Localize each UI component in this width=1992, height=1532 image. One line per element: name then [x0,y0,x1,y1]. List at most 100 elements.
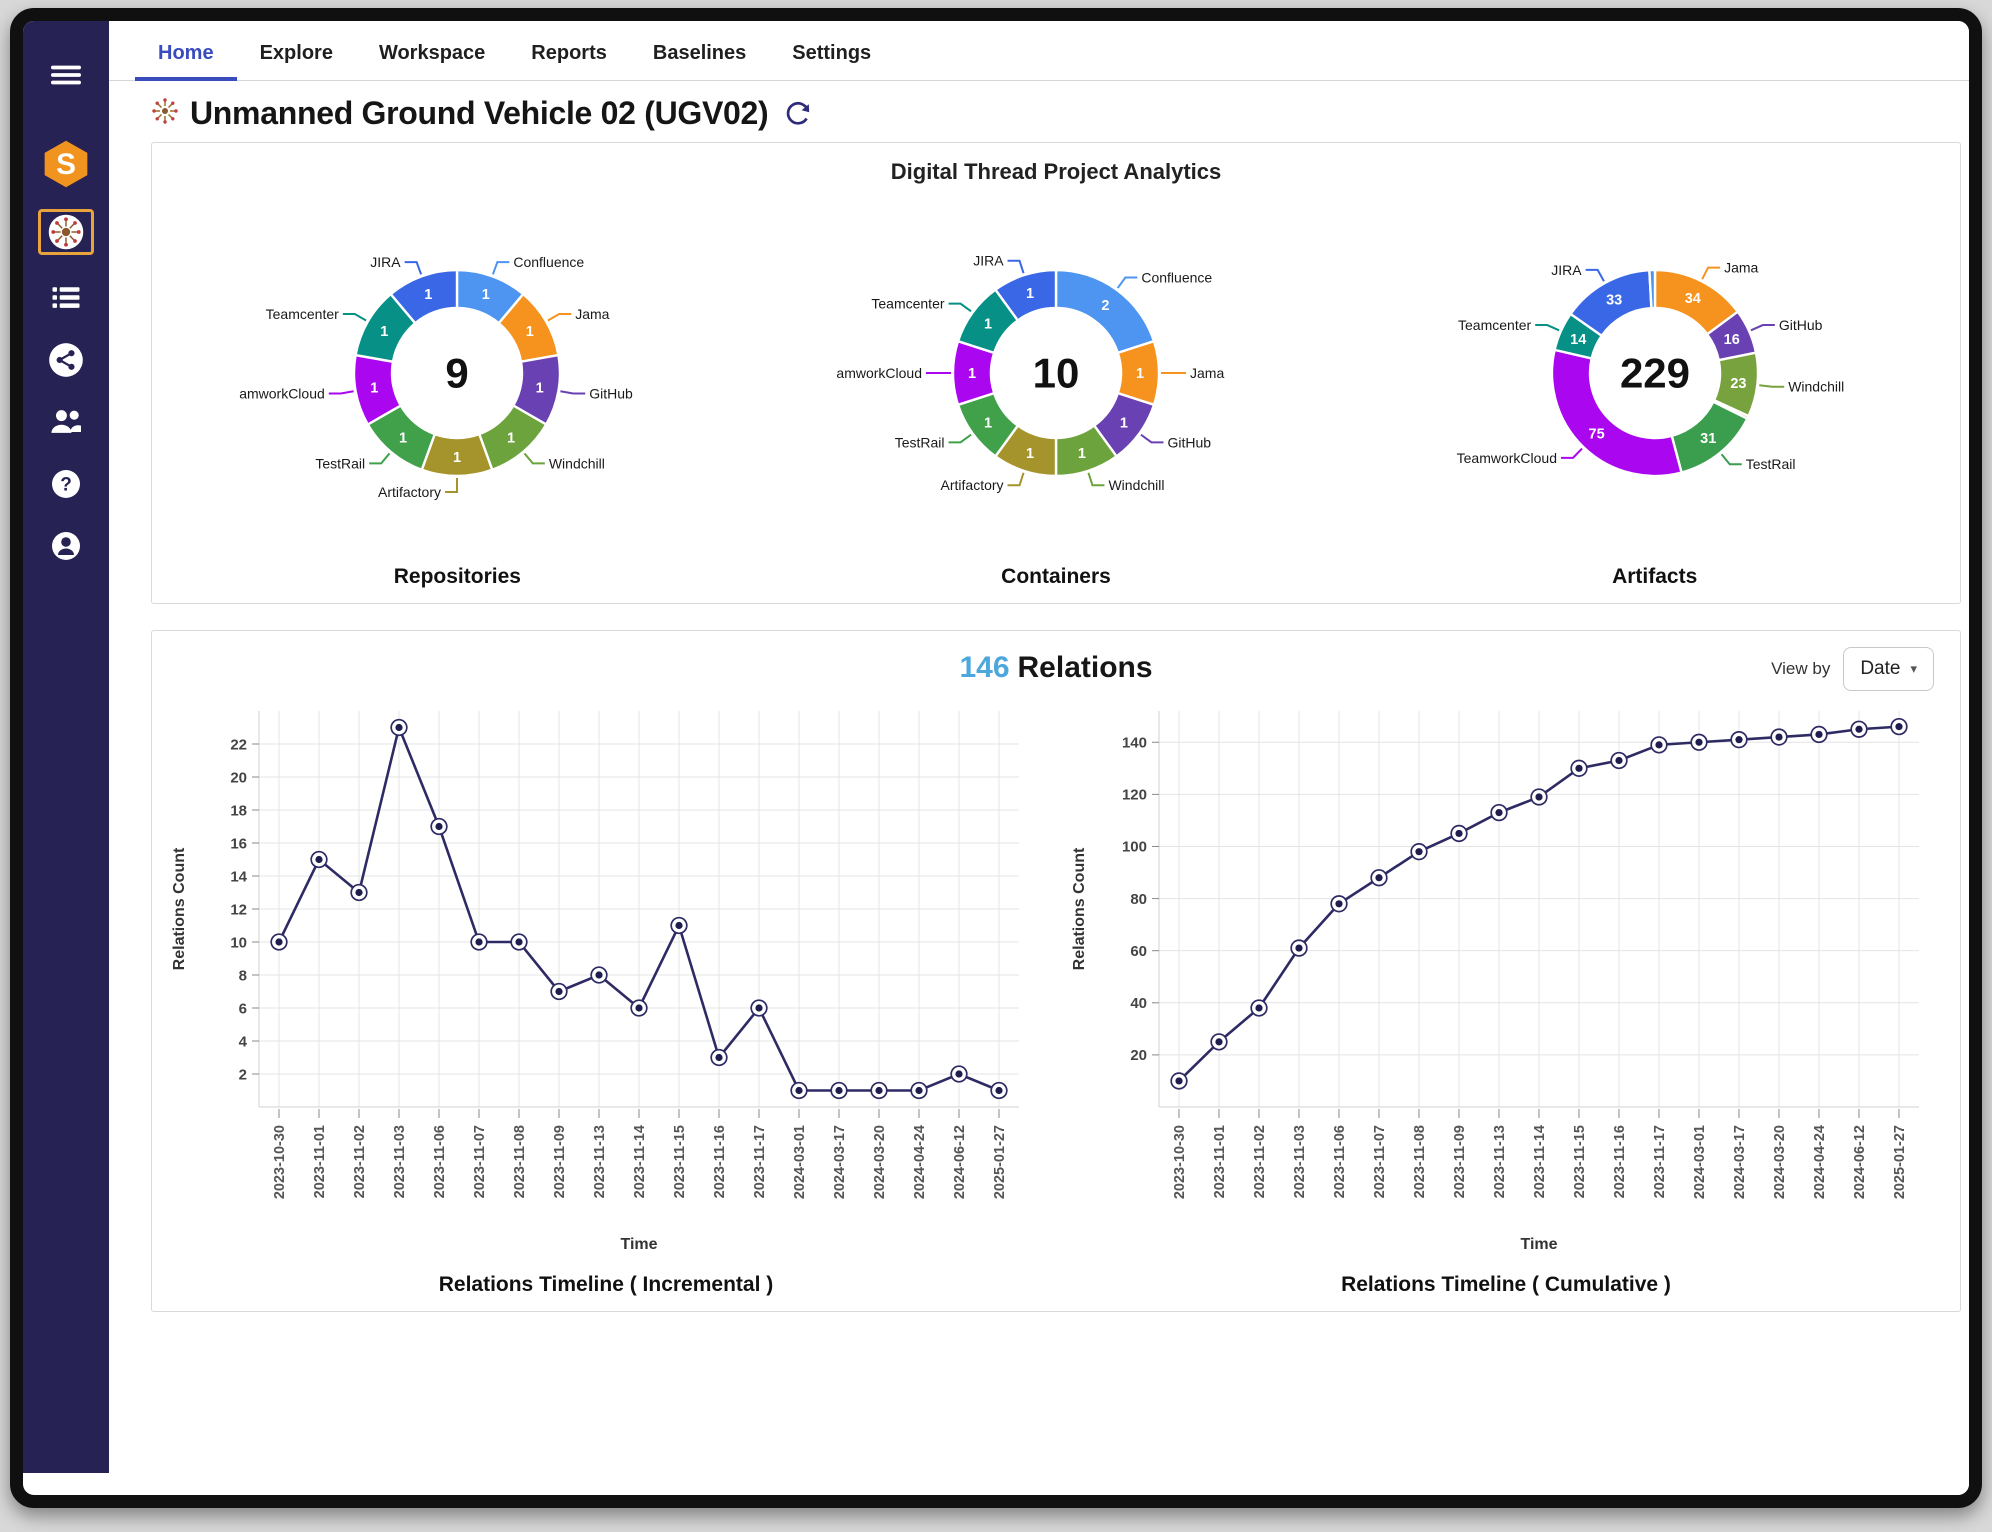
svg-text:10: 10 [230,934,247,951]
tab-workspace[interactable]: Workspace [356,26,508,81]
svg-text:2: 2 [238,1066,246,1083]
svg-text:JIRA: JIRA [371,254,402,270]
svg-text:Artifactory: Artifactory [941,477,1004,493]
svg-text:8: 8 [238,967,246,984]
svg-text:2023-11-14: 2023-11-14 [632,1125,648,1198]
svg-text:2023-11-06: 2023-11-06 [432,1125,448,1198]
project-wheel-icon[interactable] [38,209,94,255]
app-logo-s-icon[interactable]: S [38,141,94,187]
svg-text:Teamcenter: Teamcenter [871,296,944,312]
svg-text:20: 20 [1130,1047,1147,1064]
svg-text:75: 75 [1588,426,1604,442]
svg-text:120: 120 [1121,787,1146,804]
svg-text:1: 1 [1026,286,1034,302]
tab-bar: HomeExploreWorkspaceReportsBaselinesSett… [109,21,1969,81]
svg-text:1: 1 [507,430,515,446]
title-row: Unmanned Ground Vehicle 02 (UGV02) [109,81,1969,142]
svg-text:Windchill: Windchill [1788,379,1844,395]
svg-text:100: 100 [1121,839,1146,856]
donut-charts-row: 1Confluence1Jama1GitHub1Windchill1Artifa… [152,187,1960,603]
svg-text:229: 229 [1620,350,1690,397]
svg-text:2023-11-03: 2023-11-03 [392,1125,408,1198]
svg-text:2023-11-02: 2023-11-02 [352,1125,368,1198]
svg-text:16: 16 [230,835,247,852]
line-chart-incremental: 2468101214161820222023-10-302023-11-0120… [156,687,1056,1297]
svg-text:31: 31 [1700,431,1716,447]
svg-text:Relations Count: Relations Count [1071,847,1088,970]
svg-text:1: 1 [453,450,461,466]
svg-text:14: 14 [1570,332,1586,348]
svg-text:2023-11-09: 2023-11-09 [552,1125,568,1198]
svg-text:2023-11-08: 2023-11-08 [512,1125,528,1198]
svg-text:2023-10-30: 2023-10-30 [1172,1125,1188,1199]
svg-text:33: 33 [1606,293,1622,309]
svg-text:34: 34 [1684,291,1700,307]
svg-text:2023-10-30: 2023-10-30 [272,1125,288,1199]
view-by-dropdown[interactable]: Date ▾ [1843,647,1934,691]
donut-caption: Artifacts [1612,565,1697,589]
svg-text:2024-03-17: 2024-03-17 [1732,1125,1748,1199]
donut-chart-containers: 2Confluence1Jama1GitHub1Windchill1Artifa… [757,191,1356,589]
list-icon[interactable] [38,275,94,321]
refresh-icon[interactable] [783,99,813,129]
svg-text:GitHub: GitHub [1167,434,1211,450]
svg-text:amworkCloud: amworkCloud [836,365,922,381]
svg-text:1: 1 [1120,415,1128,431]
svg-text:60: 60 [1130,943,1147,960]
help-icon[interactable]: ? [38,461,94,507]
svg-text:40: 40 [1130,995,1147,1012]
donut-caption: Repositories [394,565,521,589]
svg-text:2023-11-17: 2023-11-17 [1652,1125,1668,1198]
svg-text:TestRail: TestRail [316,455,366,471]
svg-text:14: 14 [230,868,247,885]
tab-reports[interactable]: Reports [508,26,630,81]
tab-explore[interactable]: Explore [237,26,356,81]
svg-text:Jama: Jama [576,306,610,322]
svg-text:1: 1 [425,287,433,303]
svg-text:2023-11-08: 2023-11-08 [1412,1125,1428,1198]
svg-text:2024-04-24: 2024-04-24 [1812,1125,1828,1199]
svg-text:16: 16 [1723,332,1739,348]
svg-text:Time: Time [620,1236,657,1253]
chart-caption: Relations Timeline ( Cumulative ) [1341,1273,1671,1297]
svg-text:1: 1 [371,381,379,397]
share-network-icon[interactable] [38,337,94,383]
analytics-panel: Digital Thread Project Analytics 1Conflu… [151,142,1961,604]
svg-text:1: 1 [482,287,490,303]
svg-text:1: 1 [1078,446,1086,462]
svg-text:Time: Time [1520,1236,1557,1253]
svg-text:Teamcenter: Teamcenter [266,306,339,322]
view-by-label: View by [1771,659,1830,679]
menu-icon[interactable] [38,51,94,97]
svg-text:2023-11-01: 2023-11-01 [1212,1125,1228,1198]
svg-text:2024-04-24: 2024-04-24 [912,1125,928,1199]
svg-text:18: 18 [230,802,247,819]
tab-settings[interactable]: Settings [769,26,894,81]
account-icon[interactable] [38,523,94,569]
svg-text:6: 6 [238,1000,246,1017]
svg-text:GitHub: GitHub [1778,317,1822,333]
analytics-heading: Digital Thread Project Analytics [152,143,1960,187]
svg-text:2023-11-03: 2023-11-03 [1292,1125,1308,1198]
svg-text:2023-11-02: 2023-11-02 [1252,1125,1268,1198]
svg-text:2023-11-16: 2023-11-16 [712,1125,728,1198]
svg-text:TestRail: TestRail [1745,456,1795,472]
svg-text:2024-03-20: 2024-03-20 [1772,1125,1788,1199]
tab-baselines[interactable]: Baselines [630,26,769,81]
svg-text:2025-01-27: 2025-01-27 [992,1125,1008,1199]
svg-text:4: 4 [238,1033,247,1050]
app-window: S ? HomeExploreWorkspaceReportsBaselines… [10,8,1982,1508]
svg-text:2023-11-06: 2023-11-06 [1332,1125,1348,1198]
svg-text:1: 1 [1026,446,1034,462]
donut-caption: Containers [1001,565,1111,589]
svg-text:Windchill: Windchill [549,455,605,471]
tab-home[interactable]: Home [135,26,237,81]
svg-text:GitHub: GitHub [590,385,634,401]
donut-chart-repositories: 1Confluence1Jama1GitHub1Windchill1Artifa… [158,191,757,589]
relations-panel: 146Relations View by Date ▾ 246810121416… [151,630,1961,1312]
svg-text:1: 1 [1136,366,1144,382]
svg-text:2023-11-14: 2023-11-14 [1532,1125,1548,1198]
line-charts-row: 2468101214161820222023-10-302023-11-0120… [152,687,1960,1305]
users-icon[interactable] [38,399,94,445]
svg-text:22: 22 [230,736,247,753]
